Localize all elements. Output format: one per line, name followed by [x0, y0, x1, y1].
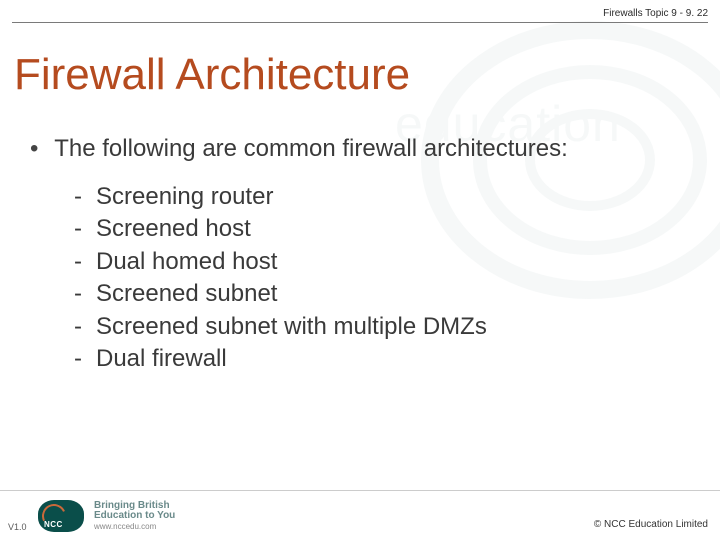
logo-badge-text: NCC — [44, 520, 63, 529]
slide-title: Firewall Architecture — [14, 50, 410, 100]
list-item-text: Dual homed host — [96, 246, 277, 278]
copyright-text: © NCC Education Limited — [594, 519, 708, 530]
dash-icon: - — [74, 246, 96, 278]
version-label: V1.0 — [8, 522, 27, 532]
architecture-list: - Screening router - Screened host - Dua… — [74, 181, 700, 375]
list-item-text: Screened subnet with multiple DMZs — [96, 311, 487, 343]
slide-body: • The following are common firewall arch… — [30, 135, 700, 375]
slide-footer: V1.0 NCC Bringing British Education to Y… — [0, 490, 720, 540]
list-item: - Dual homed host — [74, 246, 700, 278]
tagline-url: www.nccedu.com — [94, 523, 175, 531]
list-item-text: Screening router — [96, 181, 273, 213]
list-item: - Screening router — [74, 181, 700, 213]
slide-topic-label: Firewalls Topic 9 - 9. 22 — [603, 8, 708, 19]
list-item-text: Dual firewall — [96, 343, 227, 375]
tagline-line-2: Education to You — [94, 511, 175, 522]
footer-tagline: Bringing British Education to You www.nc… — [94, 501, 175, 531]
ncc-logo-icon: NCC — [38, 500, 84, 532]
header-divider — [12, 22, 708, 23]
list-item: - Screened subnet with multiple DMZs — [74, 311, 700, 343]
dash-icon: - — [74, 311, 96, 343]
dash-icon: - — [74, 181, 96, 213]
list-item: - Screened subnet — [74, 278, 700, 310]
footer-divider — [0, 490, 720, 491]
list-item: - Screened host — [74, 213, 700, 245]
dash-icon: - — [74, 213, 96, 245]
intro-text: The following are common firewall archit… — [54, 135, 568, 162]
dash-icon: - — [74, 278, 96, 310]
list-item-text: Screened host — [96, 213, 251, 245]
footer-logo-block: NCC Bringing British Education to You ww… — [38, 500, 175, 532]
intro-line: • The following are common firewall arch… — [30, 135, 700, 163]
list-item: - Dual firewall — [74, 343, 700, 375]
dash-icon: - — [74, 343, 96, 375]
bullet-icon: • — [30, 135, 48, 163]
list-item-text: Screened subnet — [96, 278, 277, 310]
